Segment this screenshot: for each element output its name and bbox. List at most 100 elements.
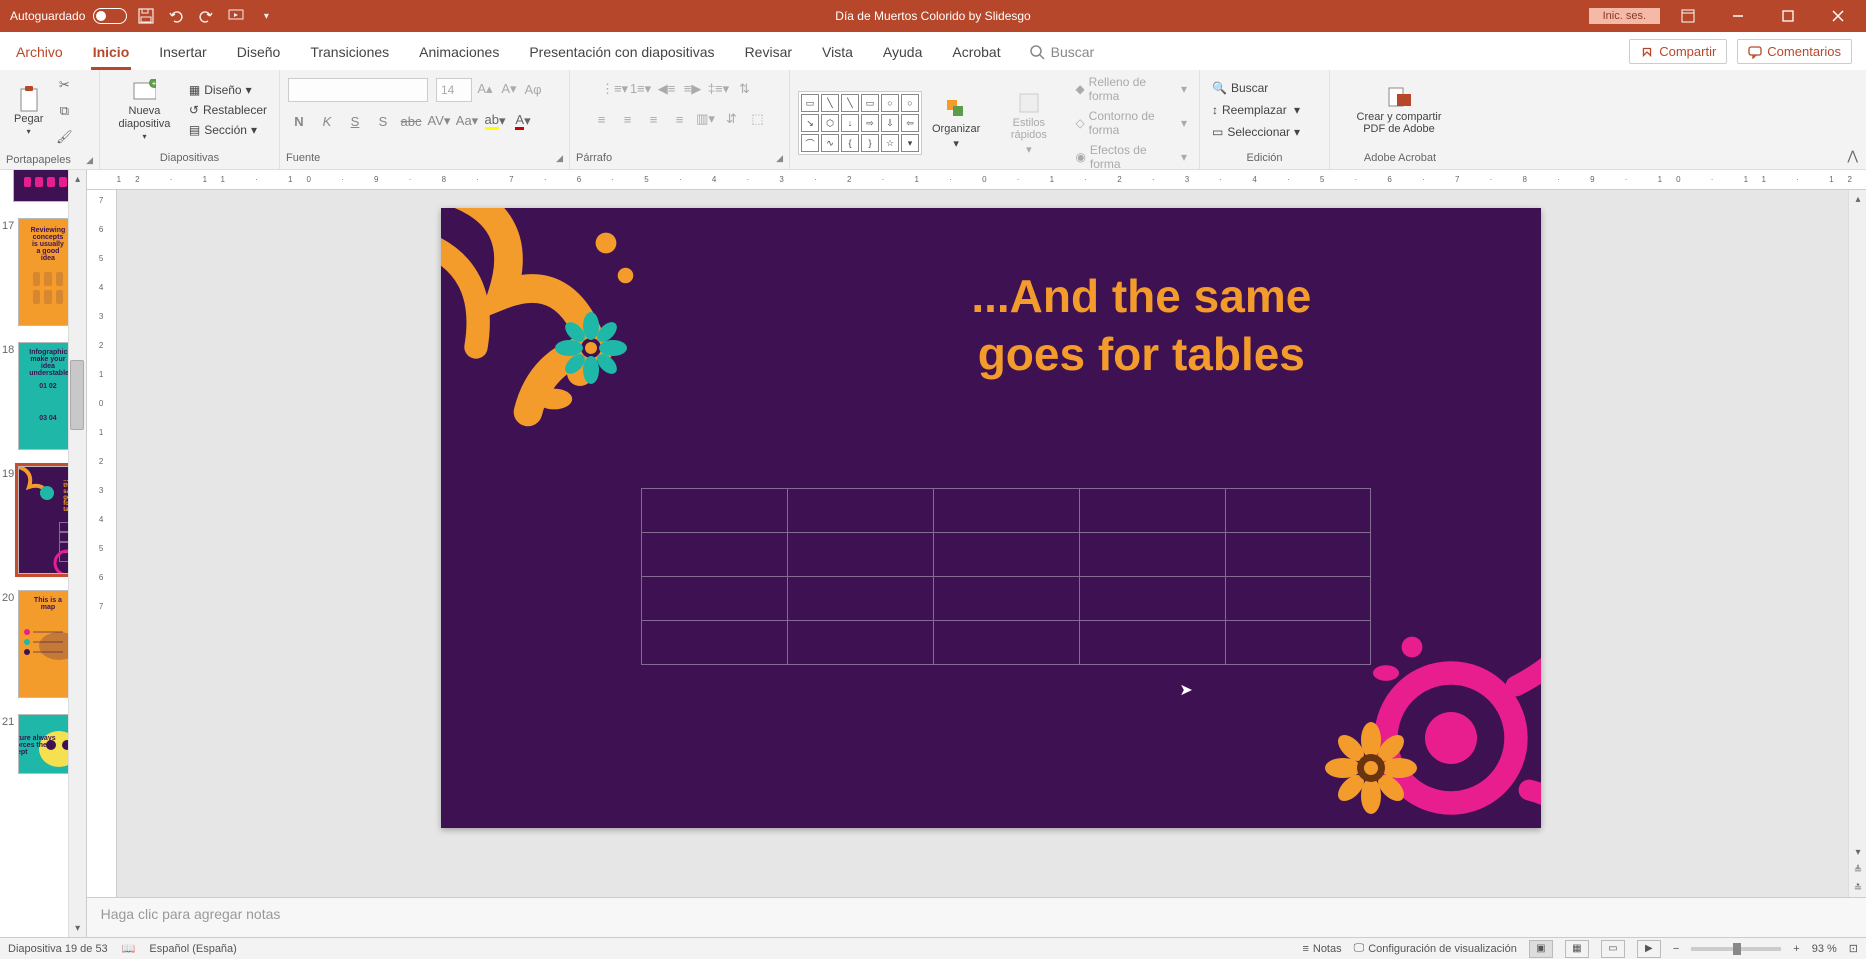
underline-icon[interactable]: S (344, 110, 366, 132)
maximize-button[interactable] (1766, 1, 1810, 31)
slide-counter[interactable]: Diapositiva 19 de 53 (8, 943, 108, 955)
align-left-icon[interactable]: ≡ (591, 108, 613, 130)
bullets-icon[interactable]: ⋮≡▾ (604, 78, 626, 100)
menu-home[interactable]: Inicio (91, 38, 132, 70)
next-slide-icon[interactable]: ≛ (1849, 879, 1866, 897)
indent-inc-icon[interactable]: ≡▶ (682, 78, 704, 100)
adobe-pdf-button[interactable]: Crear y compartir PDF de Adobe (1338, 83, 1460, 137)
shape-outline-button[interactable]: ◇ Contorno de forma ▾ (1071, 108, 1191, 138)
share-button[interactable]: Compartir (1629, 39, 1727, 64)
font-launcher-icon[interactable]: ◢ (556, 153, 563, 164)
layout-button[interactable]: ▦ Diseño ▾ (185, 82, 271, 98)
display-settings[interactable]: 🖵 Configuración de visualización (1354, 942, 1517, 955)
quick-styles-button[interactable]: Estilos rápidos▾ (990, 89, 1067, 158)
editor-scroll-down-icon[interactable]: ▾ (1849, 843, 1866, 861)
fit-to-window-icon[interactable]: ⊡ (1849, 942, 1858, 955)
clear-format-icon[interactable]: Aφ (522, 78, 544, 100)
shadow-icon[interactable]: S (372, 110, 394, 132)
undo-icon[interactable] (165, 5, 187, 27)
char-spacing-icon[interactable]: AV▾ (428, 110, 450, 132)
shape-fill-button[interactable]: ◆ Relleno de forma ▾ (1071, 74, 1191, 104)
spellcheck-icon[interactable]: 📖 (122, 942, 136, 955)
section-button[interactable]: ▤ Sección ▾ (185, 122, 271, 138)
vertical-ruler[interactable]: 765432101234567 (87, 190, 117, 897)
ribbon-display-icon[interactable] (1666, 1, 1710, 31)
thumbnail-pane[interactable]: 17 Reviewing concepts is usually a good … (0, 170, 87, 937)
decrease-font-icon[interactable]: A▾ (498, 78, 520, 100)
prev-slide-icon[interactable]: ≜ (1849, 861, 1866, 879)
slide-canvas-area[interactable]: ...And the same goes for tables (117, 190, 1866, 897)
reset-button[interactable]: ↺ Restablecer (185, 102, 271, 118)
editor-scroll-up-icon[interactable]: ▴ (1849, 190, 1866, 208)
slide-table[interactable] (641, 488, 1371, 665)
menu-transitions[interactable]: Transiciones (308, 38, 391, 70)
thumbnail-scroll-thumb[interactable] (70, 360, 84, 430)
paragraph-launcher-icon[interactable]: ◢ (776, 153, 783, 164)
horizontal-ruler[interactable]: 12 · 11 · 10 · 9 · 8 · 7 · 6 · 5 · 4 · 3… (87, 170, 1866, 190)
zoom-in-icon[interactable]: + (1793, 943, 1799, 955)
menu-review[interactable]: Revisar (743, 38, 794, 70)
zoom-level[interactable]: 93 % (1812, 943, 1837, 955)
slide-title[interactable]: ...And the same goes for tables (801, 268, 1481, 383)
strike-icon[interactable]: abc (400, 110, 422, 132)
highlight-icon[interactable]: ab▾ (484, 110, 506, 132)
font-color-icon[interactable]: A▾ (512, 110, 534, 132)
line-spacing-icon[interactable]: ‡≡▾ (708, 78, 730, 100)
qat-customize-icon[interactable]: ▾ (255, 5, 277, 27)
format-painter-icon[interactable]: 🖌 (53, 126, 75, 148)
scroll-down-icon[interactable]: ▾ (69, 919, 87, 937)
tell-me-search[interactable]: Buscar (1029, 44, 1095, 70)
menu-slideshow[interactable]: Presentación con diapositivas (527, 38, 716, 70)
justify-icon[interactable]: ≡ (669, 108, 691, 130)
numbering-icon[interactable]: 1≡▾ (630, 78, 652, 100)
reading-view-icon[interactable]: ▭ (1601, 940, 1625, 958)
smartart-icon[interactable]: ⬚ (747, 108, 769, 130)
menu-file[interactable]: Archivo (14, 38, 65, 70)
save-icon[interactable] (135, 5, 157, 27)
font-size-combo[interactable]: 14 (436, 78, 472, 102)
comments-button[interactable]: Comentarios (1737, 39, 1852, 64)
normal-view-icon[interactable]: ▣ (1529, 940, 1553, 958)
replace-button[interactable]: ↕ Reemplazar ▾ (1208, 102, 1304, 118)
thumbnail-scrollbar[interactable]: ▴ ▾ (68, 170, 86, 937)
align-right-icon[interactable]: ≡ (643, 108, 665, 130)
zoom-out-icon[interactable]: − (1673, 943, 1679, 955)
indent-dec-icon[interactable]: ◀≡ (656, 78, 678, 100)
menu-acrobat[interactable]: Acrobat (950, 38, 1002, 70)
select-button[interactable]: ▭ Seleccionar ▾ (1208, 124, 1304, 140)
menu-animations[interactable]: Animaciones (417, 38, 501, 70)
notes-pane[interactable]: Haga clic para agregar notas (87, 897, 1866, 937)
close-button[interactable] (1816, 1, 1860, 31)
shape-effects-button[interactable]: ◉ Efectos de forma ▾ (1071, 142, 1191, 172)
collapse-ribbon-icon[interactable]: ⋀ (1847, 148, 1858, 164)
increase-font-icon[interactable]: A▴ (474, 78, 496, 100)
menu-insert[interactable]: Insertar (157, 38, 208, 70)
clipboard-launcher-icon[interactable]: ◢ (86, 155, 93, 166)
font-name-combo[interactable] (288, 78, 428, 102)
change-case-icon[interactable]: Aa▾ (456, 110, 478, 132)
sorter-view-icon[interactable]: ▦ (1565, 940, 1589, 958)
text-direction-icon[interactable]: ⇅ (734, 78, 756, 100)
redo-icon[interactable] (195, 5, 217, 27)
align-center-icon[interactable]: ≡ (617, 108, 639, 130)
menu-design[interactable]: Diseño (235, 38, 283, 70)
scroll-up-icon[interactable]: ▴ (69, 170, 87, 188)
italic-icon[interactable]: K (316, 110, 338, 132)
menu-view[interactable]: Vista (820, 38, 855, 70)
slide[interactable]: ...And the same goes for tables (441, 208, 1541, 828)
paste-button[interactable]: Pegar ▾ (8, 85, 49, 138)
slideshow-view-icon[interactable]: ▶ (1637, 940, 1661, 958)
cut-icon[interactable]: ✂ (53, 74, 75, 96)
notes-toggle[interactable]: ≡ Notas (1302, 943, 1341, 955)
bold-icon[interactable]: N (288, 110, 310, 132)
columns-icon[interactable]: ▥▾ (695, 108, 717, 130)
arrange-button[interactable]: Organizar▾ (926, 95, 986, 152)
new-slide-button[interactable]: + Nueva diapositiva ▾ (108, 77, 181, 142)
present-from-start-icon[interactable] (225, 5, 247, 27)
sign-in-button[interactable]: Inic. ses. (1589, 8, 1660, 24)
editor-scrollbar[interactable]: ▴ ▾ ≜ ≛ (1848, 190, 1866, 897)
language-indicator[interactable]: Español (España) (149, 943, 236, 955)
align-text-icon[interactable]: ⇵ (721, 108, 743, 130)
menu-help[interactable]: Ayuda (881, 38, 924, 70)
find-button[interactable]: 🔍 Buscar (1208, 80, 1304, 96)
